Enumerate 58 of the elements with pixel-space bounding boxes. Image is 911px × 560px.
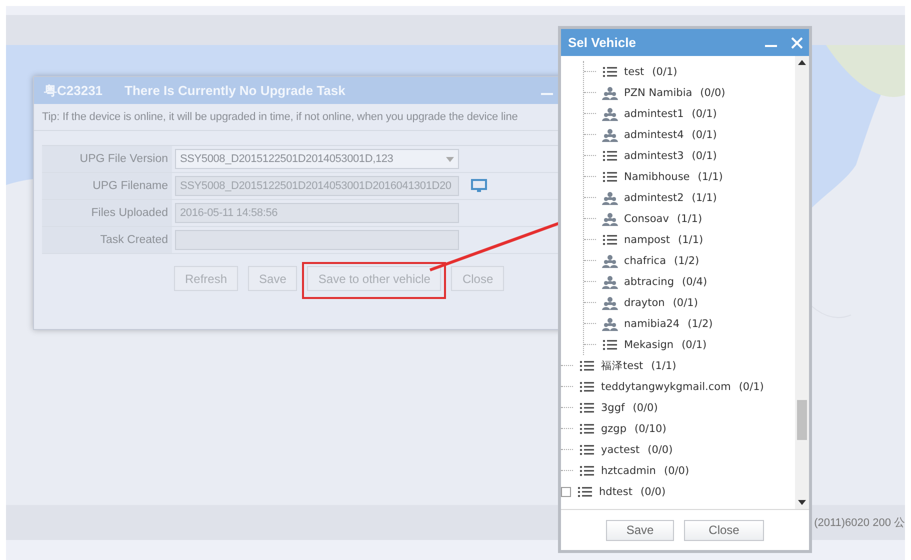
dialog-button[interactable]: Close [684,520,764,540]
list-icon [602,170,618,184]
dropdown-caret-icon [446,156,454,162]
field-label: Task Created [42,227,172,253]
map-copyright-text: (2011)6020 200 公 [814,516,905,530]
people-group-icon [602,128,618,142]
tree-item[interactable]: test (0/1) [584,61,795,82]
tree-item[interactable]: Consoav (1/1) [584,208,795,229]
people-group-icon [602,86,618,100]
scrollbar-thumb[interactable] [797,400,807,440]
list-icon [602,338,618,352]
tree-item[interactable]: teddytangwykgmail.com (0/1) [561,376,795,397]
tree-item[interactable]: Mekasign (0/1) [584,334,795,355]
people-group-icon [602,106,618,120]
list-icon [579,464,595,478]
list-icon [579,358,595,372]
list-icon [602,232,618,246]
list-icon [579,442,595,456]
close-icon[interactable] [791,36,803,48]
tree-item[interactable]: drayton (0/1) [584,292,795,313]
tree-item[interactable]: Namibhouse (1/1) [584,166,795,187]
tree-item[interactable]: 福泽test (1/1) [561,355,795,376]
tree-item[interactable]: abtracing (0/4) [584,271,795,292]
people-group-icon [602,254,618,268]
people-group-icon [602,190,618,204]
tree-item[interactable]: namibia24 (1/2) [584,313,795,334]
people-group-icon [602,212,618,226]
plate-number: 粤C23231 [44,82,103,100]
input-field[interactable] [175,230,459,250]
tree-item[interactable]: admintest3 (0/1) [584,145,795,166]
field-label: Files Uploaded [42,200,172,226]
list-icon [579,422,595,436]
dialog-button[interactable]: Save [606,520,674,540]
list-icon [602,64,618,78]
tree-item[interactable]: PZN Namibia (0/0) [584,82,795,103]
tree-item[interactable]: hztcadmin (0/0) [561,460,795,481]
tree-item[interactable]: nampost (1/1) [584,229,795,250]
list-icon [579,380,595,394]
people-group-icon [602,274,618,288]
scroll-up-icon[interactable] [798,60,806,65]
dialog-title: There Is Currently No Upgrade Task [124,83,346,98]
list-icon [577,484,593,498]
tree-item[interactable]: admintest2 (1/1) [584,187,795,208]
dialog-title: Sel Vehicle [568,35,636,50]
field-label: UPG File Version [42,146,172,172]
list-icon [602,148,618,162]
field-label: UPG Filename [42,173,172,199]
monitor-icon[interactable] [471,179,487,193]
expand-toggle-icon[interactable] [561,486,571,496]
tree-item[interactable]: hdtest (0/0) [561,481,795,502]
people-group-icon [602,296,618,310]
people-group-icon [602,316,618,330]
list-icon [579,400,595,414]
scrollbar[interactable] [795,56,809,509]
tree-item[interactable]: gzgp (0/10) [561,418,795,439]
tree-item[interactable]: yactest (0/0) [561,439,795,460]
tree-item[interactable]: chafrica (1/2) [584,250,795,271]
tree-item[interactable]: 3ggf (0/0) [561,397,795,418]
